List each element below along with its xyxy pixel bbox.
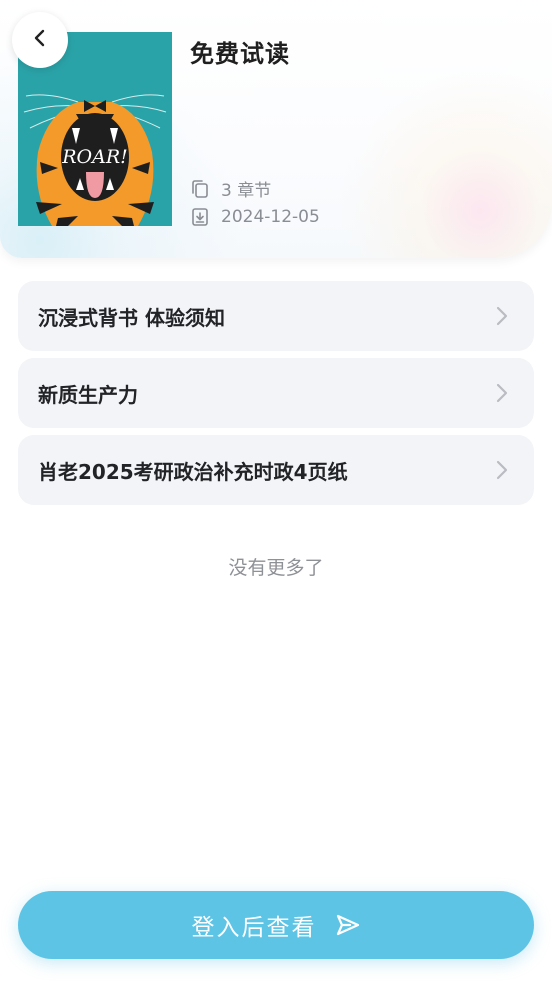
publish-date: 2024-12-05 — [190, 207, 320, 227]
copy-icon — [190, 179, 210, 199]
login-to-view-label: 登入后查看 — [191, 915, 317, 941]
chapter-item[interactable]: 新质生产力 — [18, 358, 534, 428]
book-title: 免费试读 — [190, 40, 290, 68]
publish-date-text: 2024-12-05 — [221, 207, 320, 227]
chapter-item[interactable]: 沉浸式背书 体验须知 — [18, 281, 534, 351]
chapter-item[interactable]: 肖老2025考研政治补充时政4页纸 — [18, 435, 534, 505]
send-icon — [335, 912, 361, 938]
page: ROAR! 免费试读 3 章节 2024-12-05 沉浸式背书 体验须知 新质… — [0, 0, 552, 983]
chapter-count-text: 3 章节 — [221, 181, 272, 201]
cover-text: ROAR! — [61, 146, 128, 168]
chevron-right-icon — [494, 381, 510, 405]
chapter-label: 沉浸式背书 体验须知 — [38, 305, 225, 330]
chapter-label: 肖老2025考研政治补充时政4页纸 — [38, 459, 348, 484]
login-to-view-button[interactable]: 登入后查看 — [18, 891, 534, 959]
chapter-label: 新质生产力 — [38, 382, 138, 407]
download-icon — [190, 207, 210, 227]
chapter-count: 3 章节 — [190, 176, 271, 201]
back-button[interactable] — [12, 12, 68, 68]
no-more-text: 没有更多了 — [228, 557, 324, 579]
chevron-left-icon — [32, 28, 48, 52]
chevron-right-icon — [494, 458, 510, 482]
chevron-right-icon — [494, 304, 510, 328]
book-header: ROAR! 免费试读 3 章节 2024-12-05 — [0, 0, 552, 258]
